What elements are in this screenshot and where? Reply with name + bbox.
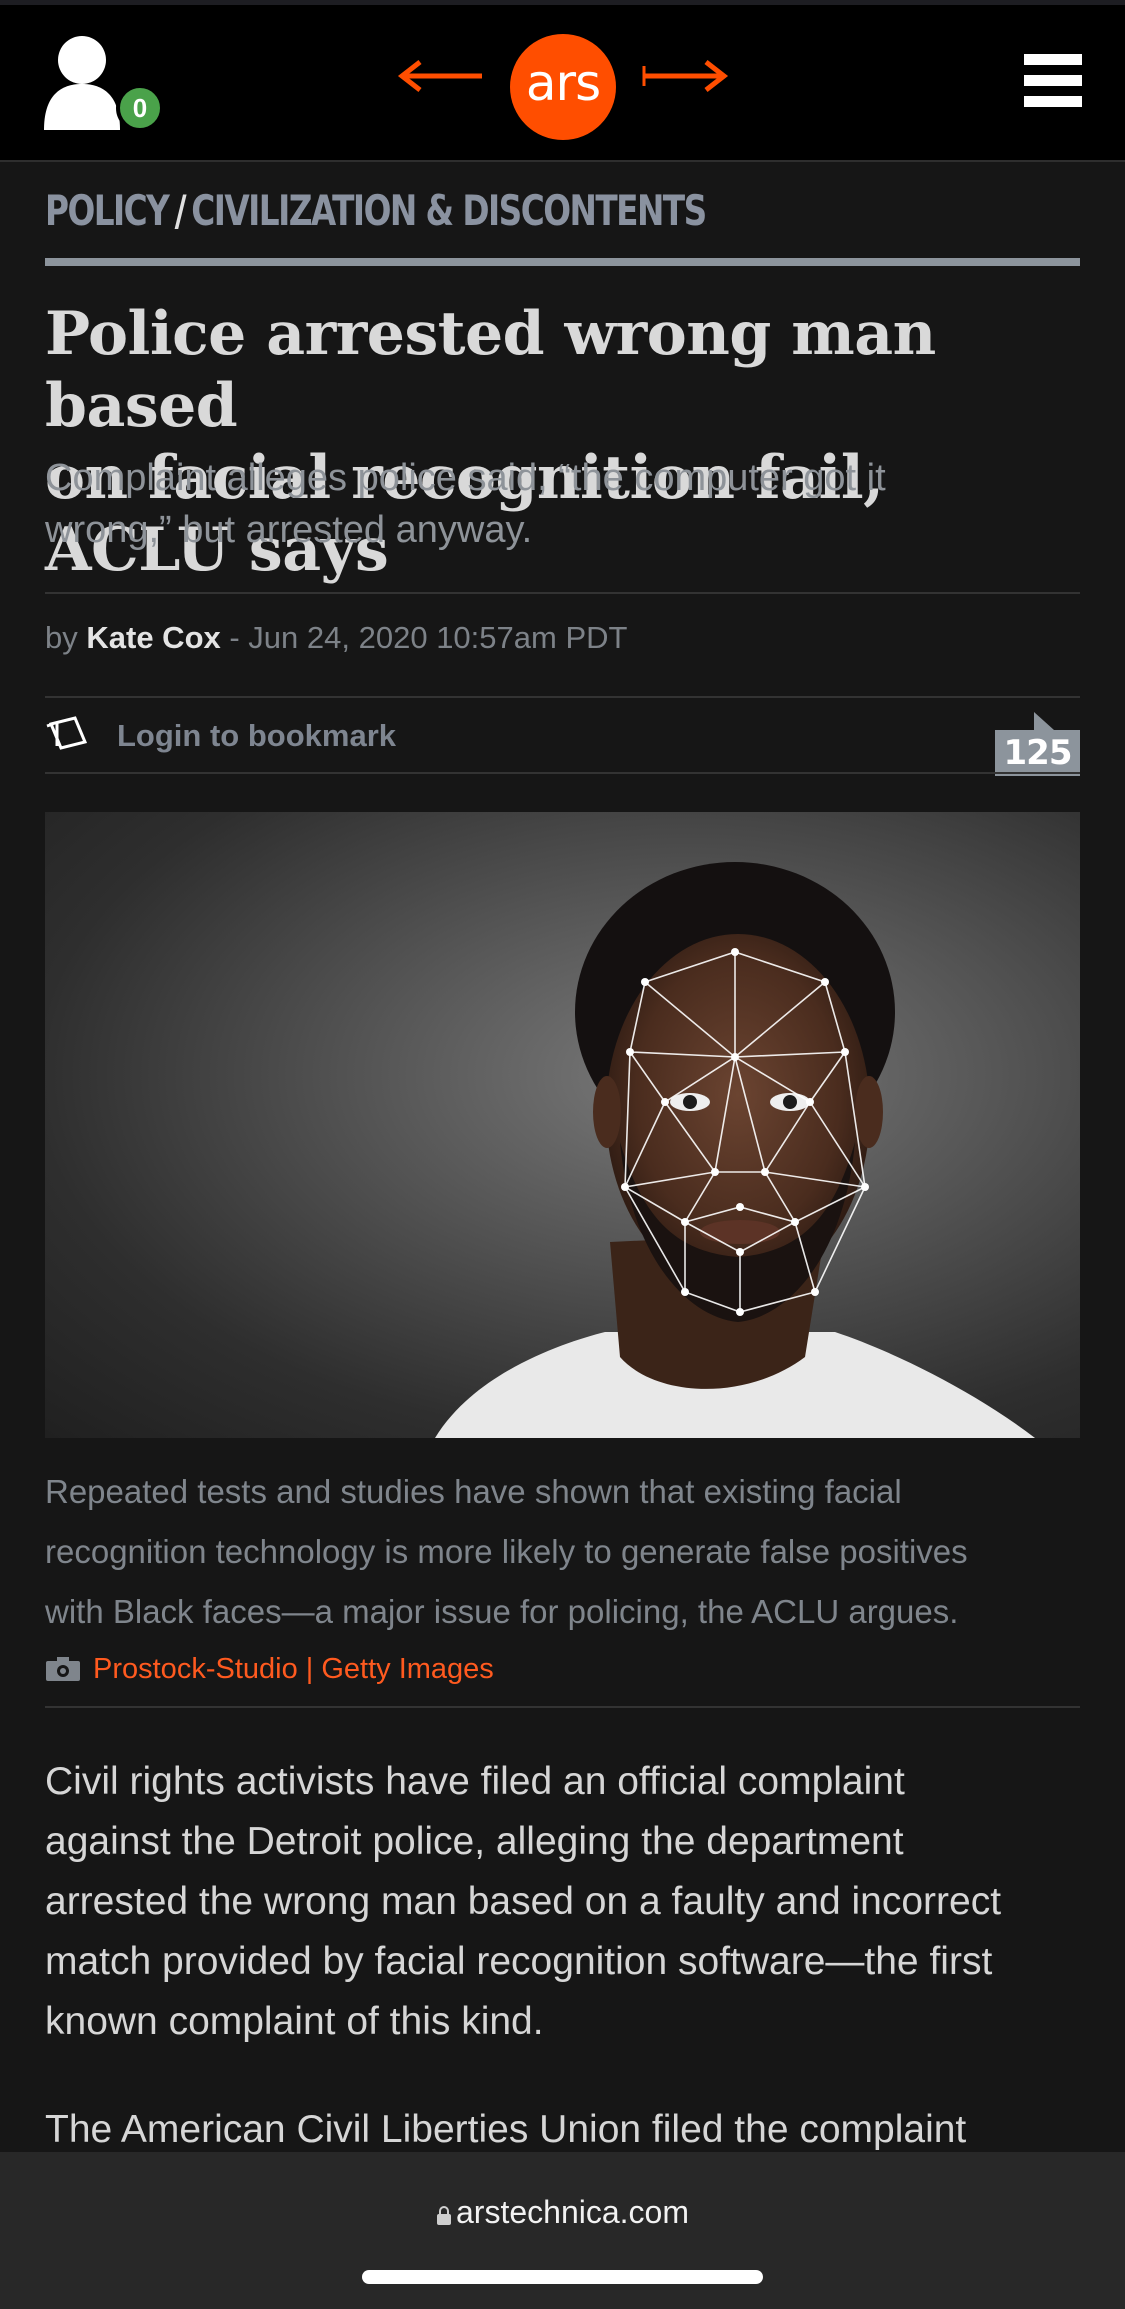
caption-line: Repeated tests and studies have shown th… bbox=[45, 1473, 902, 1510]
image-credit-link[interactable]: Prostock-Studio | Getty Images bbox=[93, 1653, 494, 1685]
comment-count: 125 bbox=[995, 730, 1080, 776]
comment-count-button[interactable]: 125 bbox=[995, 712, 1080, 776]
top-strip bbox=[0, 0, 1125, 5]
bookmark-row: Login to bookmark 125 bbox=[45, 712, 1080, 776]
previous-story-arrow-icon[interactable] bbox=[396, 56, 486, 96]
image-credit: Prostock-Studio | Getty Images bbox=[45, 1652, 494, 1688]
browser-address-bar: arstechnica.com bbox=[0, 2152, 1125, 2309]
divider bbox=[45, 772, 1080, 774]
byline: by Kate Cox - Jun 24, 2020 10:57am PDT bbox=[45, 620, 627, 656]
paragraph-line: match provided by facial recognition sof… bbox=[45, 1940, 993, 1983]
next-story-arrow-icon[interactable] bbox=[640, 56, 730, 96]
paragraph-line: Civil rights activists have filed an off… bbox=[45, 1760, 905, 1803]
url-field[interactable]: arstechnica.com bbox=[0, 2194, 1125, 2231]
ars-logo[interactable]: ars bbox=[510, 34, 616, 140]
paragraph-line: against the Detroit police, alleging the… bbox=[45, 1820, 904, 1863]
image-caption: Repeated tests and studies have shown th… bbox=[45, 1462, 1080, 1642]
divider bbox=[45, 696, 1080, 698]
notification-badge[interactable]: 0 bbox=[116, 84, 164, 132]
paragraph-line: The American Civil Liberties Union filed… bbox=[45, 2108, 967, 2151]
top-nav-bar: 0 ars bbox=[0, 0, 1125, 162]
breadcrumb-separator: / bbox=[174, 186, 187, 235]
breadcrumb-subsection-link[interactable]: CIVILIZATION & DISCONTENTS bbox=[191, 186, 707, 235]
article-subtitle: Complaint alleges police said, “the comp… bbox=[45, 452, 1080, 556]
breadcrumb-divider bbox=[45, 258, 1080, 266]
paragraph-line: known complaint of this kind. bbox=[45, 2000, 544, 2043]
bookmark-icon[interactable] bbox=[45, 716, 93, 752]
breadcrumb-section-link[interactable]: POLICY bbox=[45, 186, 170, 235]
breadcrumb: POLICY / CIVILIZATION & DISCONTENTS bbox=[45, 186, 707, 242]
byline-prefix: by bbox=[45, 620, 78, 655]
home-indicator[interactable] bbox=[362, 2270, 763, 2284]
article-paragraph: The American Civil Liberties Union filed… bbox=[45, 2100, 1085, 2160]
login-to-bookmark-link[interactable]: Login to bookmark bbox=[117, 718, 396, 754]
hamburger-menu-icon[interactable] bbox=[1024, 54, 1082, 110]
article-title-line: Police arrested wrong man based bbox=[45, 299, 936, 441]
caption-line: recognition technology is more likely to… bbox=[45, 1533, 968, 1570]
lock-icon bbox=[437, 2206, 451, 2225]
article-hero-image bbox=[45, 812, 1080, 1438]
user-avatar-icon[interactable] bbox=[42, 32, 126, 132]
caption-line: with Black faces—a major issue for polic… bbox=[45, 1593, 959, 1630]
paragraph-line: arrested the wrong man based on a faulty… bbox=[45, 1880, 1002, 1923]
author-link[interactable]: Kate Cox bbox=[86, 620, 220, 655]
subtitle-line: wrong,” but arrested anyway. bbox=[45, 509, 533, 551]
url-text: arstechnica.com bbox=[456, 2194, 689, 2230]
camera-icon bbox=[46, 1657, 80, 1682]
divider bbox=[45, 1706, 1080, 1708]
face-mesh-photo-icon bbox=[435, 862, 1035, 1438]
article-paragraph: Civil rights activists have filed an off… bbox=[45, 1752, 1085, 2052]
divider bbox=[45, 592, 1080, 594]
subtitle-line: Complaint alleges police said, “the comp… bbox=[45, 457, 886, 499]
comment-flag-icon bbox=[1034, 712, 1054, 730]
publish-date: - Jun 24, 2020 10:57am PDT bbox=[229, 620, 628, 655]
